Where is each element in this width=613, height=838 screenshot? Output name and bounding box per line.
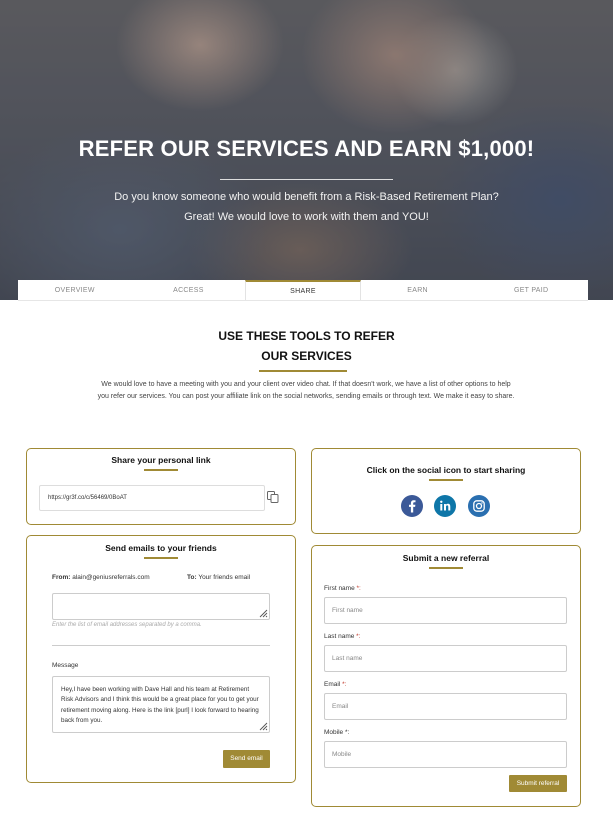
- linkedin-icon[interactable]: [434, 495, 456, 517]
- section-title-line2: OUR SERVICES: [261, 349, 352, 363]
- hero-subtitle-line1: Do you know someone who would benefit fr…: [114, 191, 499, 203]
- facebook-icon[interactable]: [401, 495, 423, 517]
- resize-handle-icon[interactable]: [258, 608, 268, 618]
- to-field: To: Your friends email: [187, 574, 250, 581]
- message-text: Hey,I have been working with Dave Hall a…: [61, 686, 259, 724]
- social-title: Click on the social icon to start sharin…: [366, 465, 526, 475]
- submit-referral-button[interactable]: Submit referral: [509, 775, 567, 792]
- divider: [52, 645, 270, 646]
- email-label: Email *:: [324, 681, 347, 688]
- last-name-input[interactable]: Last name: [324, 645, 567, 672]
- from-label: From:: [52, 574, 71, 581]
- first-name-input[interactable]: First name: [324, 597, 567, 624]
- card-divider: [429, 567, 463, 569]
- referral-card: Submit a new referral First name *: Firs…: [311, 545, 581, 807]
- recipients-hint: Enter the list of email addresses separa…: [52, 622, 202, 628]
- section-divider: [259, 370, 347, 372]
- tab-access[interactable]: ACCESS: [132, 280, 246, 300]
- tab-earn[interactable]: EARN: [361, 280, 475, 300]
- copy-icon[interactable]: [266, 490, 280, 504]
- message-textarea[interactable]: Hey,I have been working with Dave Hall a…: [52, 676, 270, 733]
- social-share-card: Click on the social icon to start sharin…: [311, 448, 581, 534]
- section-description: We would love to have a meeting with you…: [97, 381, 515, 400]
- hero-subtitle-line2: Great! We would love to work with them a…: [184, 211, 429, 223]
- card-divider: [144, 557, 178, 559]
- mobile-input[interactable]: Mobile: [324, 741, 567, 768]
- referral-title: Submit a new referral: [402, 553, 490, 563]
- send-emails-card: Send emails to your friends From: alain@…: [26, 535, 296, 783]
- from-field: From: alain@geniusreferrals.com: [52, 574, 150, 581]
- personal-link-title: Share your personal link: [111, 455, 211, 465]
- personal-link-card: Share your personal link https://gr3f.co…: [26, 448, 296, 525]
- tab-get-paid[interactable]: GET PAID: [474, 280, 588, 300]
- tab-share[interactable]: SHARE: [245, 280, 361, 300]
- first-name-label: First name *:: [324, 585, 361, 592]
- personal-link-field[interactable]: https://gr3f.co/c/56469/0BoAT: [39, 485, 265, 511]
- card-divider: [429, 479, 463, 481]
- hero-divider: [220, 179, 393, 180]
- instagram-icon[interactable]: [468, 495, 490, 517]
- recipients-input[interactable]: [52, 593, 270, 620]
- card-divider: [144, 469, 178, 471]
- resize-handle-icon[interactable]: [258, 721, 268, 731]
- send-email-button[interactable]: Send email: [223, 750, 270, 768]
- tab-bar: OVERVIEW ACCESS SHARE EARN GET PAID: [18, 280, 588, 301]
- hero-banner: REFER OUR SERVICES AND EARN $1,000! Do y…: [0, 0, 613, 300]
- hero-title: REFER OUR SERVICES AND EARN $1,000!: [78, 136, 535, 161]
- to-label: To:: [187, 574, 197, 581]
- to-value: Your friends email: [198, 574, 251, 581]
- email-input[interactable]: Email: [324, 693, 567, 720]
- from-value: alain@geniusreferrals.com: [72, 574, 150, 581]
- message-label: Message: [52, 662, 79, 669]
- emails-title: Send emails to your friends: [105, 543, 217, 553]
- section-title-line1: USE THESE TOOLS TO REFER: [218, 329, 395, 343]
- tab-overview[interactable]: OVERVIEW: [18, 280, 132, 300]
- mobile-label: Mobile *:: [324, 729, 350, 736]
- last-name-label: Last name *:: [324, 633, 361, 640]
